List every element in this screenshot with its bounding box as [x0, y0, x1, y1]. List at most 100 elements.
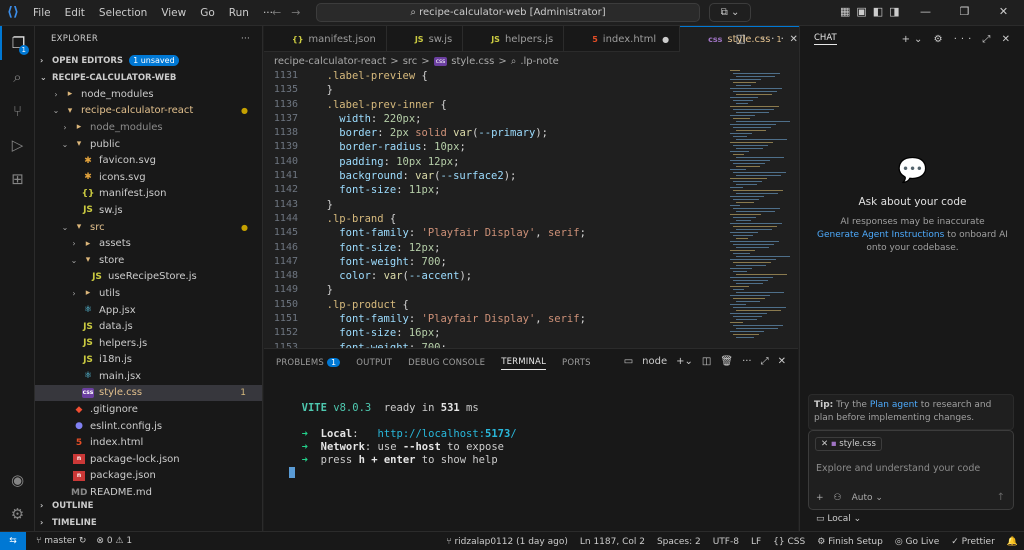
new-terminal-icon[interactable]: +⌄: [676, 356, 693, 367]
terminal-output[interactable]: VITE v8.0.3 ready in 531 ms ➜ Local: htt…: [289, 389, 517, 480]
menu-item[interactable]: File: [26, 7, 58, 19]
search-view-icon[interactable]: ⌕: [0, 60, 35, 94]
workspace-root-section[interactable]: ⌄ RECIPE-CALCULATOR-WEB: [35, 69, 262, 86]
language-mode[interactable]: {} CSS: [773, 537, 805, 547]
restore-icon[interactable]: ❐: [945, 5, 984, 18]
terminal-name[interactable]: node: [642, 356, 667, 367]
attachment-chip[interactable]: ✕ ▪ style.css: [815, 437, 882, 451]
close-panel-icon[interactable]: ✕: [778, 356, 786, 367]
editor-tab[interactable]: JS sw.js: [387, 26, 464, 52]
tree-file[interactable]: JS helpers.js: [35, 335, 262, 352]
plan-agent-link[interactable]: Plan agent: [870, 400, 918, 410]
tree-file[interactable]: JS i18n.js: [35, 352, 262, 369]
add-context-icon[interactable]: +: [816, 493, 824, 503]
tree-file[interactable]: css style.css 1: [35, 384, 262, 402]
menu-item[interactable]: Run: [222, 7, 256, 19]
close-icon[interactable]: ✕: [984, 5, 1023, 18]
tree-folder[interactable]: › ▸ assets: [35, 235, 262, 252]
run-debug-icon[interactable]: ▷: [0, 128, 35, 162]
breadcrumb-item[interactable]: .lp-note: [520, 56, 558, 67]
breadcrumb-item[interactable]: style.css: [451, 56, 494, 67]
more-actions-icon[interactable]: ···: [241, 34, 250, 44]
close-tab-icon[interactable]: ✕: [790, 34, 798, 45]
outline-section[interactable]: › OUTLINE: [35, 497, 263, 514]
more-actions-icon[interactable]: ···: [742, 356, 752, 367]
tree-file[interactable]: n package.json: [35, 468, 262, 485]
close-icon[interactable]: ✕: [821, 439, 828, 449]
generate-instructions-link[interactable]: Generate Agent Instructions: [817, 230, 944, 240]
minimize-icon[interactable]: —: [906, 5, 945, 18]
tree-folder[interactable]: ⌄ ▾ store: [35, 252, 262, 269]
tree-folder[interactable]: ⌄ ▾ public: [35, 136, 262, 153]
tree-file[interactable]: ✱ favicon.svg: [35, 152, 262, 169]
finish-setup[interactable]: ⚙ Finish Setup: [817, 537, 883, 547]
git-blame[interactable]: ⑂ ridzalap0112 (1 day ago): [446, 537, 568, 547]
panel-tab[interactable]: PORTS: [562, 358, 591, 368]
encoding[interactable]: UTF-8: [713, 537, 739, 547]
tree-folder[interactable]: › ▸ utils: [35, 285, 262, 302]
settings-gear-icon[interactable]: ⚙: [0, 497, 35, 531]
layout-controls[interactable]: ▦▣◧◨: [840, 5, 906, 18]
extensions-icon[interactable]: ⊞: [0, 162, 35, 196]
tree-file[interactable]: ◆ .gitignore: [35, 401, 262, 418]
trash-icon[interactable]: 🗑: [720, 356, 733, 367]
breadcrumb-item[interactable]: src: [403, 56, 418, 67]
tree-file[interactable]: ✱ icons.svg: [35, 169, 262, 186]
tree-folder[interactable]: › ▸ node_modules: [35, 86, 262, 103]
tree-file[interactable]: ⚛ App.jsx: [35, 302, 262, 319]
problems-indicator[interactable]: ⊗ 0 ⚠ 1: [96, 536, 132, 546]
eol[interactable]: LF: [751, 537, 761, 547]
tree-file[interactable]: {} manifest.json: [35, 186, 262, 203]
chat-input-placeholder[interactable]: Explore and understand your code: [816, 463, 980, 474]
maximize-panel-icon[interactable]: ⤢: [761, 356, 769, 367]
indentation[interactable]: Spaces: 2: [657, 537, 701, 547]
timeline-section[interactable]: › TIMELINE: [35, 514, 263, 531]
source-control-icon[interactable]: ⑂: [0, 94, 35, 128]
menu-item[interactable]: View: [154, 7, 193, 19]
tools-icon[interactable]: ⚇: [834, 493, 842, 503]
tree-file[interactable]: ● eslint.config.js: [35, 418, 262, 435]
breadcrumb-item[interactable]: ⌕: [511, 56, 517, 67]
menu-item[interactable]: Selection: [92, 7, 154, 19]
prettier[interactable]: ✓ Prettier: [951, 537, 995, 547]
account-icon[interactable]: ◉: [0, 463, 35, 497]
panel-tab[interactable]: DEBUG CONSOLE: [408, 358, 485, 368]
explorer-icon[interactable]: ❐ 1: [0, 26, 35, 60]
tree-folder[interactable]: › ▸ node_modules: [35, 119, 262, 136]
tree-file[interactable]: n package-lock.json: [35, 451, 262, 468]
tree-file[interactable]: JS useRecipeStore.js: [35, 269, 262, 286]
open-editors-section[interactable]: › OPEN EDITORS 1 unsaved: [35, 52, 262, 69]
branch-indicator[interactable]: ⑂ master ↻: [36, 536, 86, 546]
breadcrumb-item[interactable]: recipe-calculator-react: [274, 56, 386, 67]
send-icon[interactable]: ↑: [997, 492, 1005, 503]
bell-icon[interactable]: 🔔: [1007, 537, 1018, 547]
command-center-search[interactable]: ⌕ recipe-calculator-web [Administrator]: [316, 3, 700, 22]
minimap[interactable]: [730, 70, 790, 348]
editor-tab[interactable]: JS helpers.js: [463, 26, 565, 52]
panel-tab[interactable]: PROBLEMS 1: [276, 358, 341, 368]
panel-tab[interactable]: TERMINAL: [501, 357, 547, 370]
tree-file[interactable]: 5 index.html: [35, 434, 262, 451]
go-live[interactable]: ◎ Go Live: [895, 537, 939, 547]
code-view[interactable]: 1131 .label-preview {1135 } 1136 .label-p…: [264, 70, 798, 348]
cursor-position[interactable]: Ln 1187, Col 2: [580, 537, 645, 547]
tree-folder[interactable]: ⌄ ▾ recipe-calculator-react ●: [35, 103, 262, 120]
editor-actions[interactable]: ◫ ···: [736, 32, 790, 45]
menu-item[interactable]: Edit: [58, 7, 92, 19]
breadcrumb-item[interactable]: css: [433, 56, 448, 66]
editor-tab[interactable]: 5 index.html ●: [564, 26, 681, 52]
nav-arrows[interactable]: ←→: [272, 6, 310, 19]
mode-picker[interactable]: Auto ⌄: [852, 493, 883, 503]
chat-input-box[interactable]: ✕ ▪ style.css Explore and understand you…: [808, 430, 1014, 510]
session-target-picker[interactable]: ▭ Local ⌄: [816, 514, 861, 524]
tree-file[interactable]: ⚛ main.jsx: [35, 368, 262, 385]
menu-item[interactable]: Go: [193, 7, 222, 19]
tree-file[interactable]: JS sw.js: [35, 202, 262, 219]
tree-folder[interactable]: ⌄ ▾ src ●: [35, 219, 262, 236]
tree-file[interactable]: JS data.js: [35, 318, 262, 335]
panel-tab[interactable]: OUTPUT: [356, 358, 392, 368]
editor-tab[interactable]: {} manifest.json: [264, 26, 387, 52]
copilot-button[interactable]: ⧉ ⌄: [709, 3, 751, 22]
chat-actions[interactable]: +⌄ ⚙ ··· ⤢ ✕: [902, 34, 1014, 45]
split-terminal-icon[interactable]: ◫: [702, 356, 711, 367]
